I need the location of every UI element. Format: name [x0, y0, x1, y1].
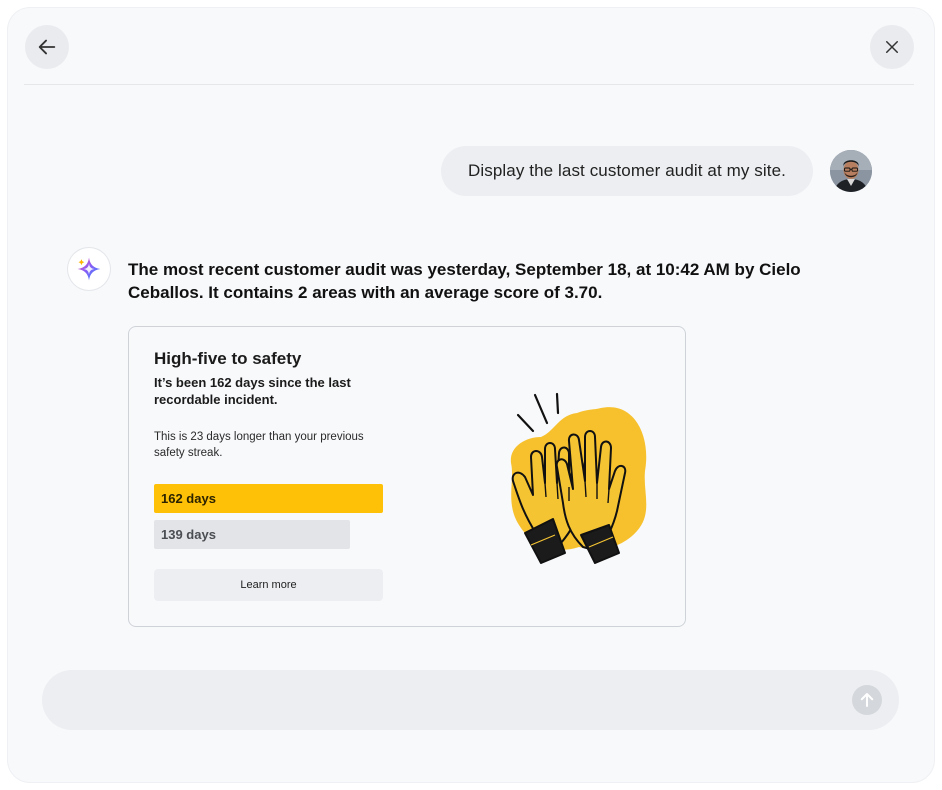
current-streak-bar: 162 days	[154, 484, 383, 513]
card-subtitle: It’s been 162 days since the last record…	[154, 375, 351, 407]
current-streak-fill: 162 days	[154, 484, 383, 513]
close-icon	[886, 41, 898, 53]
assistant-message-text: The most recent customer audit was yeste…	[128, 260, 801, 302]
arrow-up-icon	[860, 693, 874, 707]
header-divider	[24, 84, 914, 85]
safety-streak-card: High-five to safety It’s been 162 days s…	[128, 326, 686, 627]
chat-panel: Display the last customer audit at my si…	[8, 8, 934, 782]
user-photo-icon	[830, 150, 872, 192]
user-message-text: Display the last customer audit at my si…	[468, 161, 786, 180]
sparkle-icon	[77, 257, 101, 281]
back-button[interactable]	[25, 25, 69, 69]
high-five-hands-icon	[510, 392, 647, 564]
card-title: High-five to safety	[154, 349, 302, 368]
assistant-avatar	[68, 248, 110, 290]
learn-more-button[interactable]: Learn more	[154, 569, 383, 601]
arrow-left-icon	[38, 39, 56, 55]
previous-streak-label: 139 days	[161, 527, 216, 542]
send-button[interactable]	[852, 685, 882, 715]
card-description: This is 23 days longer than your previou…	[154, 431, 364, 459]
previous-streak-bar: 139 days	[154, 520, 383, 549]
close-button[interactable]	[870, 25, 914, 69]
message-composer[interactable]	[42, 670, 899, 730]
user-avatar	[830, 150, 872, 192]
previous-streak-fill: 139 days	[154, 520, 351, 549]
current-streak-label: 162 days	[161, 491, 216, 506]
user-message-bubble: Display the last customer audit at my si…	[441, 146, 813, 196]
